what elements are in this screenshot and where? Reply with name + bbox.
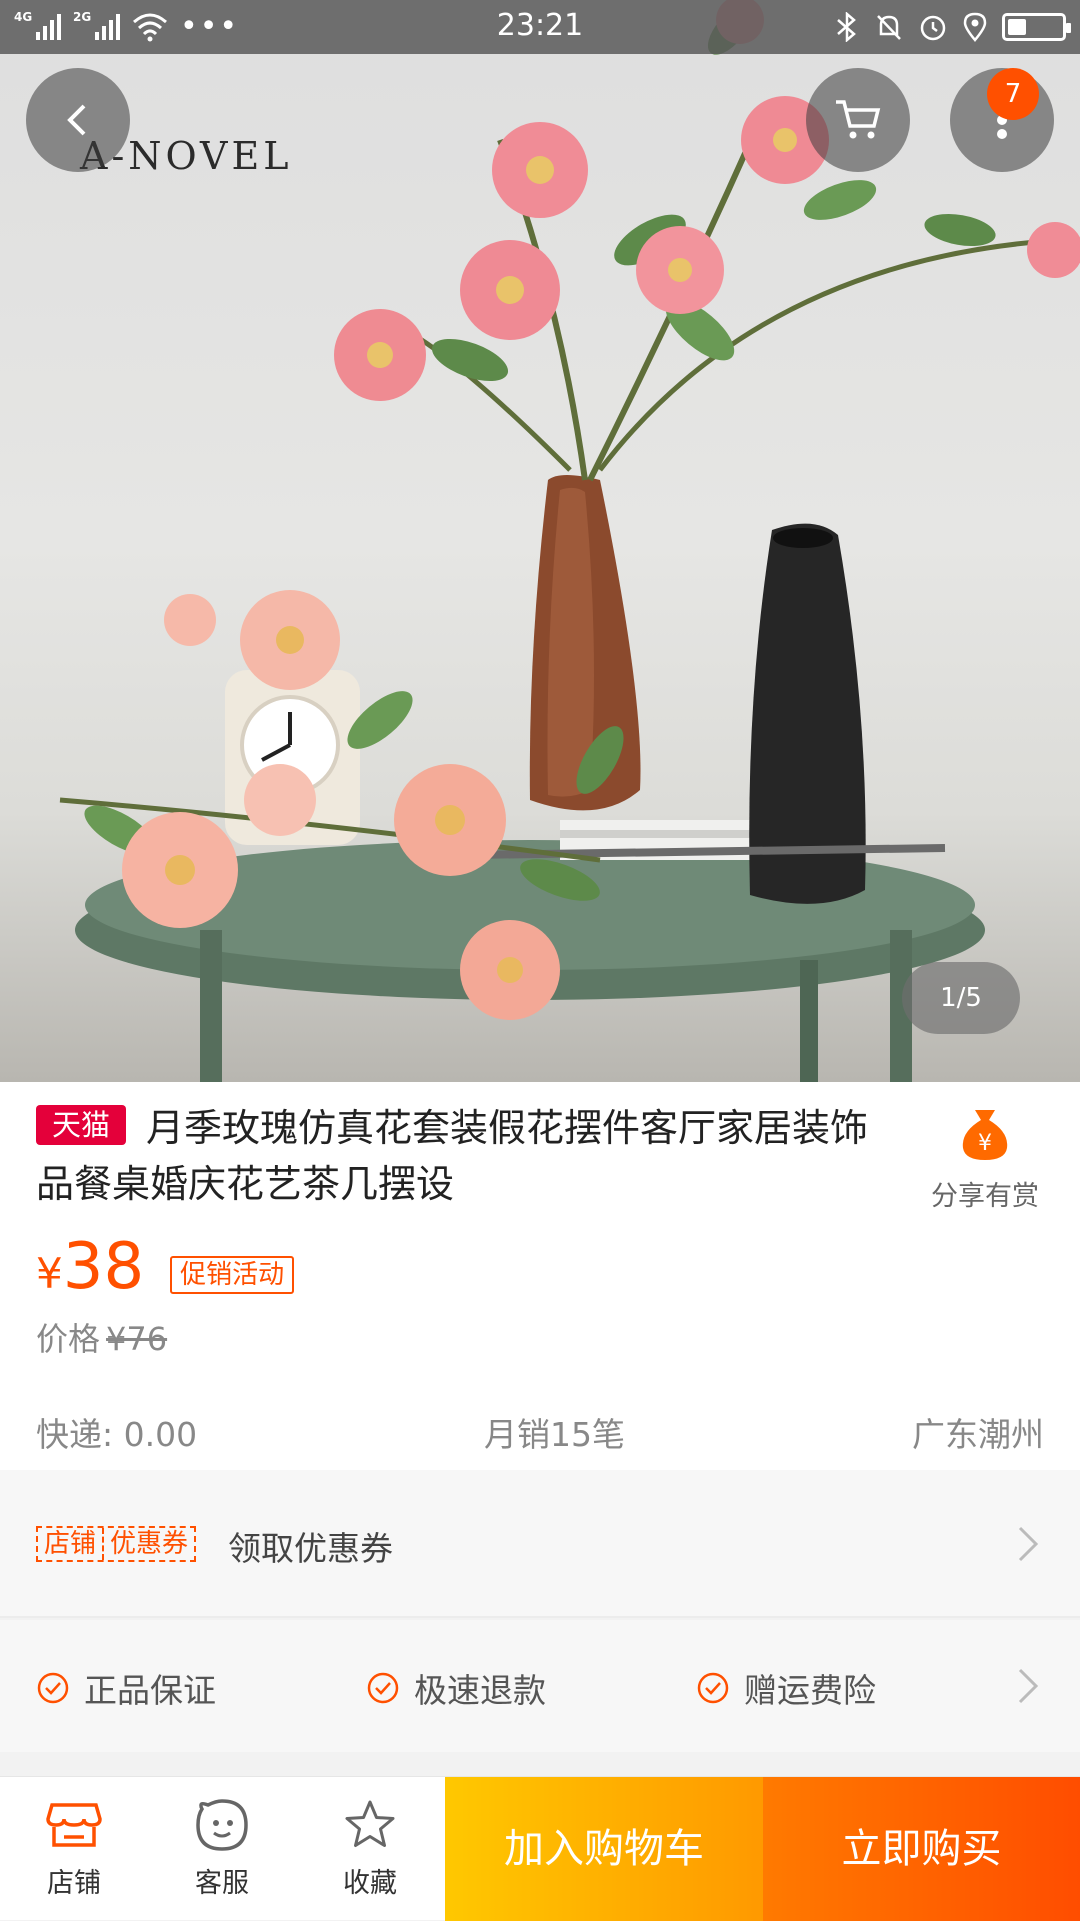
- message-count-badge: 7: [987, 68, 1039, 120]
- shipping-fee: 快递: 0.00: [36, 1415, 198, 1454]
- share-reward-button[interactable]: ¥ 分享有赏: [926, 1106, 1044, 1213]
- bluetooth-icon: [837, 12, 856, 42]
- currency-symbol: ¥: [36, 1249, 63, 1298]
- cart-icon: [836, 100, 881, 139]
- image-page-indicator: 1/5: [902, 962, 1020, 1034]
- location-icon: [963, 12, 987, 42]
- bell-off-icon: [877, 15, 901, 40]
- store-icon: [46, 1803, 102, 1847]
- shipping-sales-location: 快递: 0.00 月销15笔 广东潮州: [36, 1408, 1044, 1456]
- customer-service-label: 客服: [195, 1868, 249, 1899]
- check-circle-icon: [37, 1672, 69, 1704]
- svg-text:¥: ¥: [978, 1131, 992, 1156]
- customer-service-icon: [196, 1799, 248, 1851]
- battery-level: [1008, 19, 1026, 35]
- star-icon: [345, 1800, 395, 1847]
- guarantee-shipping-insurance: 赠运费险: [744, 1671, 876, 1710]
- chevron-right-icon: [1018, 1668, 1039, 1704]
- alarm-icon: [920, 15, 946, 41]
- monthly-sales: 月销15笔: [484, 1415, 626, 1454]
- chevron-left-icon: [67, 104, 86, 136]
- check-circle-icon: [697, 1672, 729, 1704]
- bottom-action-bar: 店铺 客服 收藏 加入购物车 立即购买: [0, 1776, 1080, 1921]
- buy-now-button[interactable]: 立即购买: [763, 1777, 1080, 1921]
- store-coupon-tag: 店铺 优惠券: [36, 1526, 197, 1562]
- guarantee-item: 极速退款: [366, 1664, 546, 1712]
- coupon-row[interactable]: 店铺 优惠券 领取优惠券: [0, 1470, 1080, 1618]
- get-coupon-label: 领取优惠券: [228, 1529, 393, 1568]
- current-price: 38: [62, 1230, 145, 1304]
- promotion-tag[interactable]: 促销活动: [170, 1256, 295, 1294]
- battery-icon: [1002, 13, 1071, 41]
- product-image[interactable]: A-NOVEL 1/5: [0, 0, 1080, 1082]
- store-tab[interactable]: 店铺: [0, 1777, 148, 1921]
- coupon-tag-coupon: 优惠券: [102, 1528, 194, 1560]
- guarantee-fast-refund: 极速退款: [414, 1671, 546, 1710]
- price-row: ¥ 38 促销活动: [36, 1230, 295, 1304]
- guarantee-item: 赠运费险: [696, 1664, 876, 1712]
- favorite-label: 收藏: [343, 1868, 397, 1899]
- guarantee-item: 正品保证: [36, 1664, 216, 1712]
- service-guarantees-row[interactable]: 正品保证 极速退款 赠运费险: [0, 1620, 1080, 1752]
- share-reward-label: 分享有赏: [931, 1181, 1039, 1212]
- original-price-label: 价格: [36, 1320, 101, 1358]
- back-button[interactable]: [26, 68, 130, 172]
- product-title: 月季玫瑰仿真花套装假花摆件客厅家居装饰品餐桌婚庆花艺茶几摆设: [36, 1106, 869, 1206]
- money-bag-icon: ¥: [962, 1110, 1008, 1160]
- favorite-tab[interactable]: 收藏: [296, 1777, 444, 1921]
- original-price: ¥76: [106, 1320, 168, 1358]
- check-circle-icon: [367, 1672, 399, 1704]
- status-bar: 4G 2G ••• 23:21: [0, 0, 1080, 54]
- original-price-row: 价格 ¥76: [36, 1314, 167, 1360]
- ship-from-location: 广东潮州: [912, 1415, 1044, 1454]
- guarantee-authentic: 正品保证: [84, 1671, 216, 1710]
- chevron-right-icon: [1018, 1526, 1039, 1562]
- add-to-cart-button[interactable]: 加入购物车: [445, 1777, 763, 1921]
- coupon-tag-store: 店铺: [44, 1529, 97, 1559]
- product-info: 天猫 月季玫瑰仿真花套装假花摆件客厅家居装饰品餐桌婚庆花艺茶几摆设 ¥ 分享有赏…: [0, 1082, 1080, 1470]
- cart-button[interactable]: [806, 68, 910, 172]
- customer-service-tab[interactable]: 客服: [148, 1777, 296, 1921]
- store-tab-label: 店铺: [47, 1868, 101, 1899]
